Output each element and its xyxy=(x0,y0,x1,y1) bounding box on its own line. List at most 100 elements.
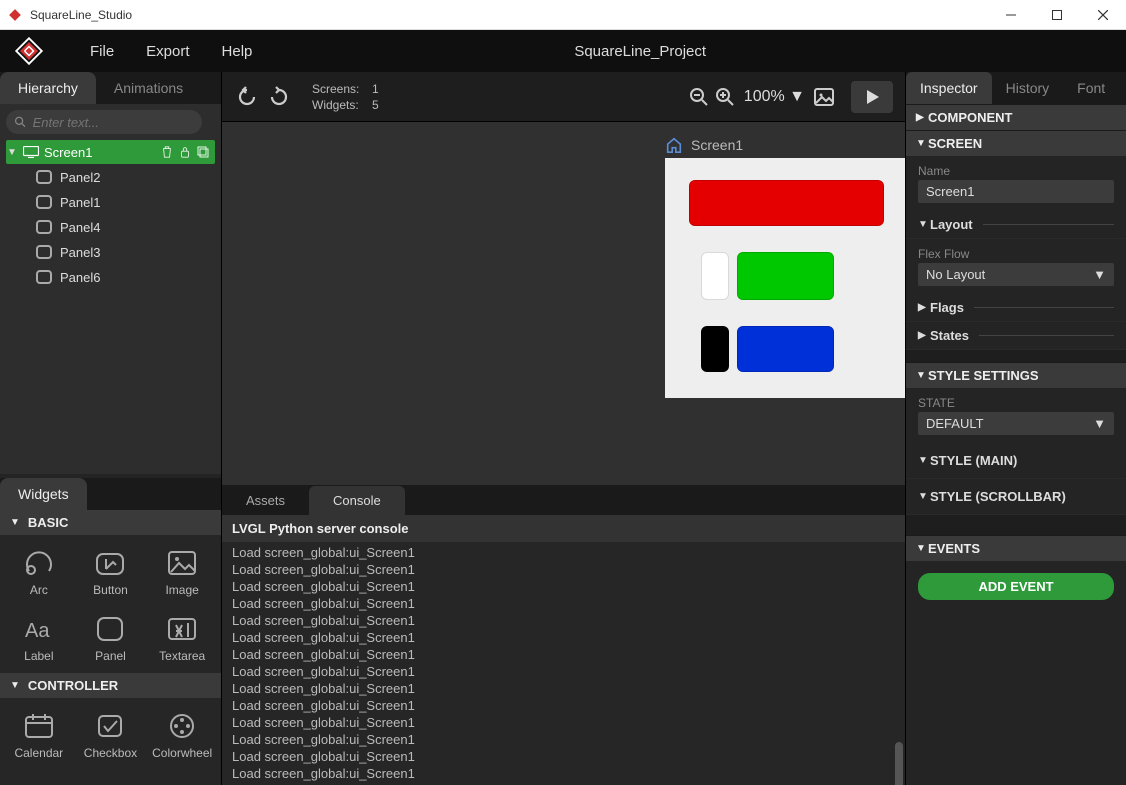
canvas-panel[interactable] xyxy=(701,252,729,300)
play-button[interactable] xyxy=(851,81,893,113)
tree-item[interactable]: Panel6 xyxy=(6,265,215,289)
console-line: Load screen_global:ui_Screen1 xyxy=(232,714,895,731)
add-event-button[interactable]: ADD EVENT xyxy=(918,573,1114,600)
menu-file[interactable]: File xyxy=(74,43,130,60)
widget-colorwheel[interactable]: Colorwheel xyxy=(147,702,217,766)
zoom-level[interactable]: 100% ▼ xyxy=(744,88,805,106)
widgets-controller-header[interactable]: ▼CONTROLLER xyxy=(0,673,221,698)
widget-_c[interactable] xyxy=(147,774,217,785)
widget-icon xyxy=(90,708,130,744)
home-icon xyxy=(665,136,683,154)
tab-hierarchy[interactable]: Hierarchy xyxy=(0,72,96,104)
console-line: Load screen_global:ui_Screen1 xyxy=(232,561,895,578)
panel-icon xyxy=(36,220,52,234)
widget-icon xyxy=(90,611,130,647)
widget-checkbox[interactable]: Checkbox xyxy=(76,702,146,766)
project-title: SquareLine_Project xyxy=(168,43,1112,60)
console-line: Load screen_global:ui_Screen1 xyxy=(232,731,895,748)
tree-item[interactable]: Panel1 xyxy=(6,190,215,214)
image-button[interactable] xyxy=(811,84,837,110)
console-line: Load screen_global:ui_Screen1 xyxy=(232,748,895,765)
canvas-area[interactable]: Screen1 xyxy=(222,122,905,485)
widget-panel[interactable]: Panel xyxy=(76,605,146,669)
widgets-basic-header[interactable]: ▼BASIC xyxy=(0,510,221,535)
subsection-flags[interactable]: ▶Flags xyxy=(906,294,1126,322)
screen-label[interactable]: Screen1 xyxy=(665,136,743,154)
widget-icon xyxy=(90,545,130,581)
widget-_b[interactable] xyxy=(76,774,146,785)
console-line: Load screen_global:ui_Screen1 xyxy=(232,680,895,697)
widget-icon xyxy=(162,780,202,785)
panel-icon xyxy=(36,170,52,184)
app-icon xyxy=(8,8,22,22)
console-line: Load screen_global:ui_Screen1 xyxy=(232,765,895,782)
close-button[interactable] xyxy=(1080,0,1126,30)
widget-textarea[interactable]: Textarea xyxy=(147,605,217,669)
canvas-counts: Screens:1 Widgets:5 xyxy=(312,81,379,113)
window-title: SquareLine_Studio xyxy=(30,8,988,22)
tab-animations[interactable]: Animations xyxy=(96,72,201,104)
widget-icon xyxy=(19,780,59,785)
section-screen[interactable]: ▼SCREEN xyxy=(906,130,1126,156)
search-icon xyxy=(14,115,27,129)
window-titlebar: SquareLine_Studio xyxy=(0,0,1126,30)
widget-icon xyxy=(162,545,202,581)
tab-widgets[interactable]: Widgets xyxy=(0,478,87,510)
tree-item[interactable]: Panel4 xyxy=(6,215,215,239)
tab-history[interactable]: History xyxy=(992,72,1064,104)
console-title: LVGL Python server console xyxy=(222,515,905,542)
state-select[interactable]: DEFAULT▼ xyxy=(918,412,1114,435)
subsection-style-main[interactable]: ▼STYLE (MAIN) xyxy=(906,443,1126,479)
screen-canvas[interactable] xyxy=(665,158,905,398)
canvas-toolbar: Screens:1 Widgets:5 100% ▼ xyxy=(222,72,905,122)
widget-arc[interactable]: Arc xyxy=(4,539,74,603)
screen-name-input[interactable] xyxy=(918,180,1114,203)
section-style-settings[interactable]: ▼STYLE SETTINGS xyxy=(906,362,1126,388)
section-events[interactable]: ▼EVENTS xyxy=(906,535,1126,561)
console-output[interactable]: Load screen_global:ui_Screen1Load screen… xyxy=(222,542,905,785)
undo-button[interactable] xyxy=(234,84,260,110)
widget-icon xyxy=(162,708,202,744)
hierarchy-search-input[interactable] xyxy=(33,115,194,130)
tree-root-screen1[interactable]: ▼ Screen1 xyxy=(6,140,215,164)
tab-inspector[interactable]: Inspector xyxy=(906,72,992,104)
panel-icon xyxy=(36,245,52,259)
tab-font[interactable]: Font xyxy=(1063,72,1119,104)
widget-icon xyxy=(162,611,202,647)
tab-assets[interactable]: Assets xyxy=(222,486,309,515)
redo-button[interactable] xyxy=(266,84,292,110)
canvas-panel[interactable] xyxy=(701,326,729,372)
widget-image[interactable]: Image xyxy=(147,539,217,603)
lock-icon[interactable] xyxy=(179,146,197,158)
console-scrollbar[interactable] xyxy=(895,742,903,785)
subsection-style-scrollbar[interactable]: ▼STYLE (SCROLLBAR) xyxy=(906,479,1126,515)
subsection-states[interactable]: ▶States xyxy=(906,322,1126,350)
section-component[interactable]: ▶COMPONENT xyxy=(906,104,1126,130)
tree-item[interactable]: Panel3 xyxy=(6,240,215,264)
console-line: Load screen_global:ui_Screen1 xyxy=(232,629,895,646)
subsection-layout[interactable]: ▼Layout xyxy=(906,211,1126,239)
canvas-panel[interactable] xyxy=(737,252,834,300)
zoom-out-button[interactable] xyxy=(686,84,712,110)
widget-_a[interactable] xyxy=(4,774,74,785)
svg-text:Aa: Aa xyxy=(25,620,50,642)
app-logo-icon xyxy=(14,36,44,66)
widget-label[interactable]: AaLabel xyxy=(4,605,74,669)
widget-icon: Aa xyxy=(19,611,59,647)
canvas-panel[interactable] xyxy=(689,180,884,226)
copy-icon[interactable] xyxy=(197,146,215,158)
canvas-panel[interactable] xyxy=(737,326,834,372)
tab-console[interactable]: Console xyxy=(309,486,405,515)
widget-icon xyxy=(19,708,59,744)
widget-calendar[interactable]: Calendar xyxy=(4,702,74,766)
maximize-button[interactable] xyxy=(1034,0,1080,30)
widget-icon xyxy=(19,545,59,581)
tree-item[interactable]: Panel2 xyxy=(6,165,215,189)
delete-icon[interactable] xyxy=(161,146,179,158)
minimize-button[interactable] xyxy=(988,0,1034,30)
console-line: Load screen_global:ui_Screen1 xyxy=(232,646,895,663)
widget-button[interactable]: Button xyxy=(76,539,146,603)
flexflow-select[interactable]: No Layout▼ xyxy=(918,263,1114,286)
hierarchy-search[interactable] xyxy=(6,110,202,134)
zoom-in-button[interactable] xyxy=(712,84,738,110)
